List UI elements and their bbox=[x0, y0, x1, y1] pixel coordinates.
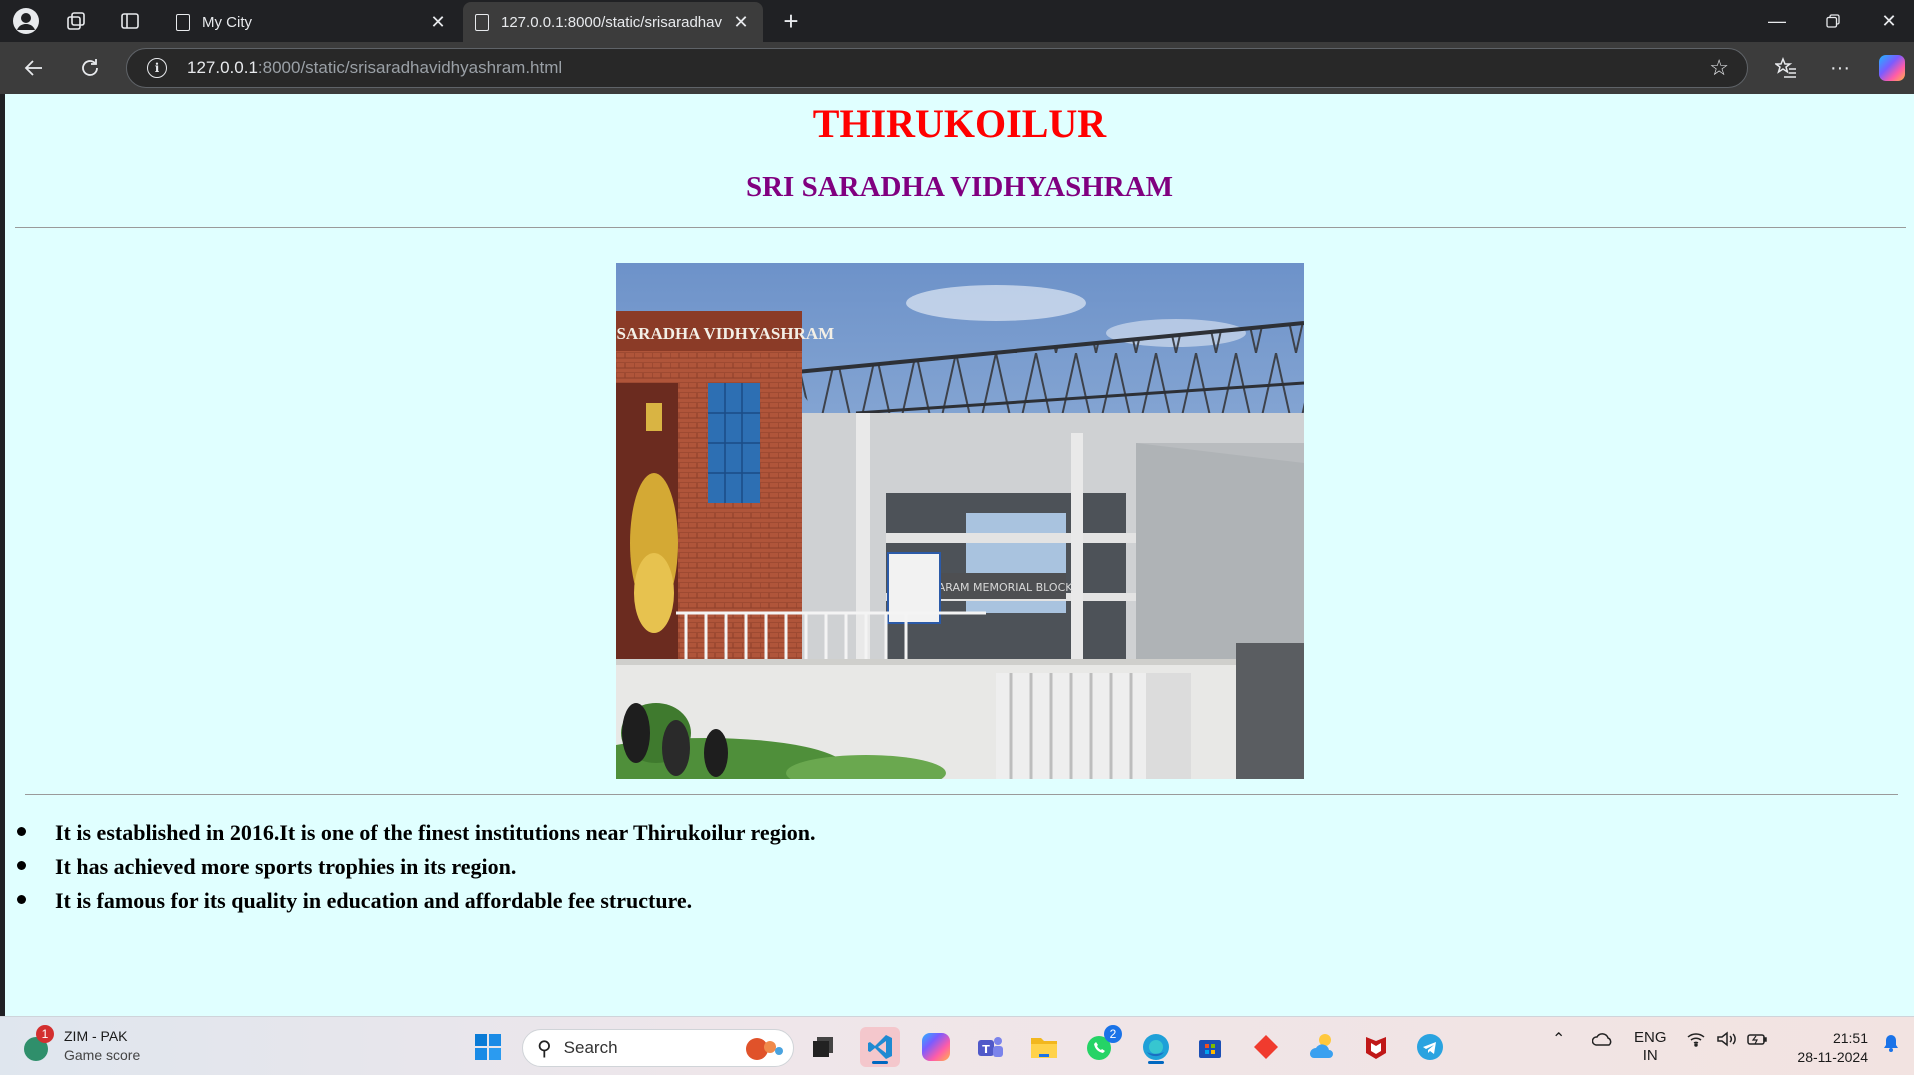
vscode-icon[interactable] bbox=[860, 1027, 900, 1067]
task-view-icon[interactable] bbox=[804, 1027, 844, 1067]
store-icon[interactable] bbox=[1190, 1027, 1230, 1067]
edge-icon[interactable] bbox=[1136, 1027, 1176, 1067]
news-subtitle: Game score bbox=[64, 1047, 141, 1063]
telegram-icon[interactable] bbox=[1410, 1027, 1450, 1067]
language-top: ENG bbox=[1634, 1029, 1667, 1046]
notification-bell-icon[interactable] bbox=[1882, 1033, 1900, 1058]
page-subtitle: SRI SARADHA VIDHYASHRAM bbox=[745, 171, 1174, 203]
news-widget[interactable]: 1 ZIM - PAK Game score bbox=[22, 1025, 141, 1065]
date: 28-11-2024 bbox=[1797, 1049, 1868, 1065]
weather-app-icon[interactable] bbox=[1300, 1027, 1340, 1067]
favorites-icon[interactable] bbox=[1766, 52, 1806, 84]
page-viewport: THIRUKOILUR SRI SARADHA VIDHYASHRAM DARA… bbox=[5, 94, 1914, 1016]
reload-button[interactable] bbox=[72, 52, 108, 84]
back-button[interactable] bbox=[16, 52, 52, 84]
block-sign-text: DARAM MEMORIAL BLOCK bbox=[930, 581, 1074, 594]
close-icon[interactable]: ✕ bbox=[428, 12, 448, 33]
active-indicator bbox=[872, 1061, 888, 1064]
clock[interactable]: 21:51 28-11-2024 bbox=[1797, 1029, 1868, 1067]
copilot-icon[interactable] bbox=[1872, 52, 1912, 84]
minimize-button[interactable]: — bbox=[1752, 4, 1802, 38]
onedrive-icon[interactable] bbox=[1591, 1031, 1614, 1052]
url-host: 127.0.0.1 bbox=[187, 58, 258, 77]
restore-button[interactable] bbox=[1808, 4, 1858, 38]
list-item: It is famous for its quality in educatio… bbox=[17, 884, 816, 918]
browser-toolbar: i 127.0.0.1:8000/static/srisaradhavidhya… bbox=[0, 42, 1914, 94]
horizontal-rule bbox=[25, 794, 1898, 795]
tab-my-city[interactable]: My City ✕ bbox=[164, 2, 460, 42]
show-hidden-icons-icon[interactable]: ⌃ bbox=[1552, 1031, 1565, 1049]
language-bottom: IN bbox=[1642, 1047, 1658, 1064]
url-path: :8000/static/srisaradhavidhyashram.html bbox=[257, 58, 563, 77]
wifi-icon[interactable] bbox=[1686, 1031, 1706, 1052]
horizontal-rule bbox=[15, 226, 1906, 228]
photo-sign-text: SRI SARADHA VIDHYASHRAM bbox=[616, 324, 834, 343]
page-icon bbox=[475, 13, 489, 31]
list-item: It is established in 2016.It is one of t… bbox=[17, 816, 816, 850]
mcafee-icon[interactable] bbox=[1356, 1027, 1396, 1067]
close-window-button[interactable]: ✕ bbox=[1864, 4, 1914, 38]
battery-icon[interactable] bbox=[1746, 1031, 1768, 1052]
tab-srisaradhavidhyashram[interactable]: 127.0.0.1:8000/static/srisaradhavidhyash… bbox=[463, 2, 763, 42]
search-placeholder: Search bbox=[563, 1038, 618, 1057]
time: 21:51 bbox=[1832, 1030, 1868, 1046]
news-title: ZIM - PAK bbox=[64, 1028, 128, 1044]
close-icon[interactable]: ✕ bbox=[731, 12, 751, 33]
more-menu-icon[interactable]: ··· bbox=[1820, 52, 1860, 84]
file-explorer-icon[interactable] bbox=[1024, 1027, 1064, 1067]
browser-tab-bar: My City ✕ 127.0.0.1:8000/static/srisarad… bbox=[0, 0, 1914, 42]
whatsapp-icon[interactable]: 2 bbox=[1080, 1025, 1122, 1067]
list-item: It has achieved more sports trophies in … bbox=[17, 850, 816, 884]
profile-icon[interactable] bbox=[10, 6, 42, 36]
taskbar-search-input[interactable]: ⚲ Search bbox=[522, 1029, 794, 1067]
site-info-icon[interactable]: i bbox=[147, 58, 167, 78]
vertical-tabs-icon[interactable] bbox=[114, 6, 146, 36]
favorite-star-icon[interactable]: ☆ bbox=[1709, 55, 1729, 81]
cricket-icon: 1 bbox=[22, 1025, 56, 1063]
copilot-app-icon[interactable] bbox=[916, 1027, 956, 1067]
active-indicator bbox=[1148, 1061, 1164, 1064]
windows-taskbar: 1 ZIM - PAK Game score ⚲ Search T 2 ⌃ EN… bbox=[0, 1016, 1914, 1075]
tab-title: 127.0.0.1:8000/static/srisaradhavidhyash… bbox=[501, 13, 723, 31]
tab-title: My City bbox=[202, 13, 252, 31]
language-indicator[interactable]: ENG IN bbox=[1634, 1029, 1667, 1065]
page-title: THIRUKOILUR bbox=[812, 101, 1107, 146]
search-highlight-icon bbox=[746, 1038, 783, 1060]
volume-icon[interactable] bbox=[1716, 1031, 1738, 1052]
notification-badge: 1 bbox=[36, 1025, 54, 1043]
svg-text:T: T bbox=[982, 1043, 990, 1056]
windows-start-icon[interactable] bbox=[468, 1027, 508, 1067]
page-icon bbox=[176, 13, 190, 31]
facts-list: It is established in 2016.It is one of t… bbox=[17, 816, 816, 918]
teams-icon[interactable]: T bbox=[970, 1027, 1010, 1067]
new-tab-button[interactable]: + bbox=[776, 6, 806, 36]
notification-badge: 2 bbox=[1104, 1025, 1122, 1043]
red-diamond-app-icon[interactable] bbox=[1246, 1027, 1286, 1067]
school-photo: DARAM MEMORIAL BLOCK SRI SARADHA VIDHYAS… bbox=[616, 263, 1304, 779]
workspaces-icon[interactable] bbox=[60, 6, 92, 36]
search-icon: ⚲ bbox=[537, 1037, 552, 1060]
url-text: 127.0.0.1:8000/static/srisaradhavidhyash… bbox=[187, 58, 562, 78]
address-bar[interactable]: i 127.0.0.1:8000/static/srisaradhavidhya… bbox=[126, 48, 1748, 88]
